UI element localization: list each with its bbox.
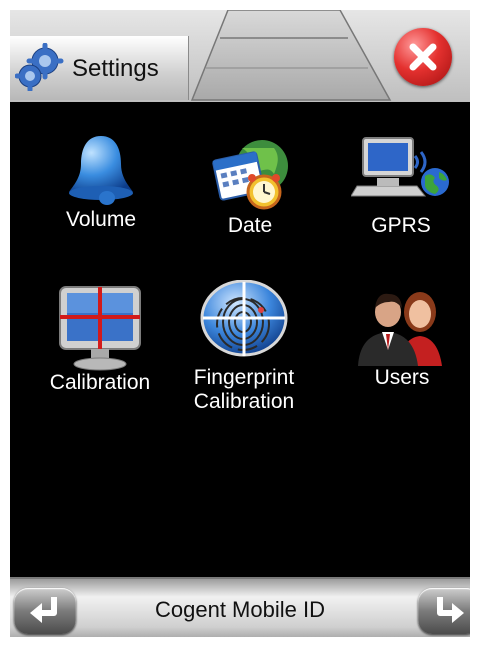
fingerprint-crosshair-icon — [200, 280, 288, 357]
fingerprint-label-line1: Fingerprint — [193, 366, 295, 389]
calendar-clock-icon — [212, 140, 288, 210]
title-tab: Settings — [10, 36, 189, 100]
forward-arrow-icon — [437, 597, 464, 623]
computer-globe-icon — [351, 137, 449, 197]
users-icon — [358, 292, 442, 366]
date-label: Date — [227, 214, 273, 237]
next-button[interactable] — [418, 588, 470, 634]
footer-title: Cogent Mobile ID — [155, 597, 325, 622]
volume-button[interactable]: Volume — [46, 132, 156, 232]
date-button[interactable]: Date — [200, 134, 300, 238]
gprs-button[interactable]: GPRS — [346, 134, 456, 238]
close-icon — [409, 43, 437, 71]
fingerprint-calibration-button[interactable]: Fingerprint Calibration — [184, 280, 304, 414]
top-bar: Settings — [10, 10, 470, 102]
gear-icon — [15, 43, 64, 91]
header-decoration — [190, 10, 392, 101]
users-label: Users — [374, 366, 430, 389]
volume-label: Volume — [65, 208, 137, 231]
users-button[interactable]: Users — [350, 288, 454, 390]
monitor-crosshair-icon — [59, 286, 141, 371]
gprs-label: GPRS — [371, 214, 431, 237]
bell-icon — [69, 136, 133, 205]
fingerprint-label-line2: Calibration — [193, 390, 295, 413]
settings-screen: Settings Volume Date GPRS Calibration Fi… — [10, 10, 470, 637]
page-title: Settings — [72, 55, 159, 82]
calibration-button[interactable]: Calibration — [38, 285, 162, 395]
close-button[interactable] — [394, 28, 452, 86]
bottom-bar: Cogent Mobile ID — [10, 577, 470, 637]
calibration-label: Calibration — [49, 371, 151, 394]
